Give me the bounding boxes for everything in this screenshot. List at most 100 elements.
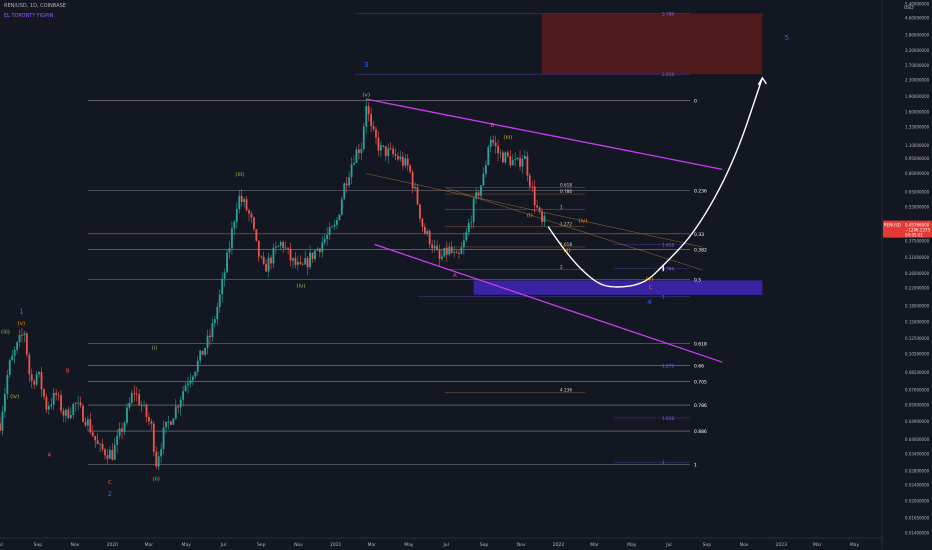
candle-body	[157, 456, 160, 467]
candle-body	[174, 406, 177, 419]
extension-level-label: 1	[662, 295, 665, 300]
wave-label: B	[491, 123, 495, 129]
candle-body	[526, 156, 529, 176]
candle-body	[211, 323, 214, 338]
price-tick-label: 0.31000000	[905, 255, 930, 260]
candle-body	[397, 155, 399, 160]
fib-level-label: 0.236	[694, 188, 707, 194]
candle-body	[0, 423, 1, 431]
extension-level-label: 2.618	[662, 72, 674, 77]
candle-body	[152, 423, 155, 452]
candle-body	[416, 187, 419, 205]
candle-body	[389, 148, 392, 150]
candle-body	[213, 319, 216, 324]
candle-body	[384, 146, 387, 157]
candle-body	[209, 335, 211, 338]
candle-body	[340, 199, 343, 215]
price-axis[interactable]: USD5.400000004.600000003.800000003.20000…	[881, 0, 932, 550]
candle-body	[260, 256, 263, 258]
candle-body	[38, 371, 40, 375]
candle-body	[480, 185, 482, 196]
candle-body	[221, 278, 224, 295]
fib-level-label: 0.786	[694, 403, 707, 409]
time-tick-label: 2022	[553, 542, 565, 548]
candle-body	[6, 374, 9, 394]
target-zone-box	[542, 13, 763, 75]
candle-body	[462, 240, 465, 248]
candle-body	[284, 247, 287, 249]
candle-body	[148, 417, 150, 422]
candle-body	[326, 234, 329, 240]
candle-body	[101, 443, 104, 450]
candle-body	[16, 342, 18, 350]
candle-body	[487, 146, 490, 166]
candle-body	[294, 258, 297, 265]
time-tick-label: Sep	[703, 542, 712, 548]
wave-label: (v)	[646, 276, 654, 282]
candle-body	[299, 262, 302, 264]
time-tick-label: Nov	[294, 542, 303, 548]
candle-body	[250, 213, 253, 218]
price-tick-label: 1.60000000	[905, 110, 930, 115]
fib-level-label: 0.886	[694, 429, 707, 435]
candle-body	[528, 175, 531, 187]
wave-label: (v)	[18, 321, 26, 327]
candle-body	[231, 228, 233, 249]
candle-body	[460, 247, 463, 254]
candle-body	[270, 257, 272, 264]
candle-body	[455, 251, 458, 253]
candle-body	[91, 432, 94, 437]
candle-body	[13, 349, 16, 356]
price-tick-label: 0.07000000	[905, 387, 930, 392]
candle-body	[343, 183, 346, 200]
candle-body	[482, 173, 485, 186]
candle-body	[409, 165, 412, 173]
candle-body	[477, 192, 480, 196]
candle-body	[60, 395, 62, 411]
candle-body	[353, 162, 355, 165]
candle-body	[358, 149, 360, 154]
candle-body	[375, 129, 377, 138]
price-tick-label: 2.70000000	[905, 63, 930, 68]
candle-body	[404, 158, 407, 166]
candle-body	[262, 257, 265, 264]
candle-body	[172, 418, 175, 425]
candle-body	[77, 402, 80, 404]
candle-body	[89, 419, 92, 433]
candle-body	[282, 242, 285, 249]
price-tick-label: 0.02400000	[905, 482, 930, 487]
candle-body	[118, 428, 121, 436]
candle-body	[467, 223, 470, 233]
candle-body	[475, 192, 477, 199]
candle-body	[8, 360, 11, 375]
candle-body	[96, 440, 99, 445]
candle-body	[521, 159, 524, 167]
price-tick-label: 0.65000000	[905, 189, 930, 194]
candle-body	[279, 242, 282, 246]
candle-body	[365, 106, 368, 127]
candle-body	[167, 421, 170, 423]
price-tick-label: 5.40000000	[905, 2, 930, 7]
candle-body	[23, 333, 26, 336]
candle-body	[226, 252, 228, 273]
candle-body	[43, 389, 45, 397]
candle-body	[348, 177, 351, 186]
candle-body	[536, 205, 539, 208]
price-tick-label: 0.18000000	[905, 304, 930, 309]
time-tick-label: Jul	[220, 542, 226, 548]
price-tick-label: 0.01400000	[905, 530, 930, 535]
candle-body	[257, 240, 260, 257]
candle-body	[184, 385, 187, 392]
candle-body	[199, 350, 202, 361]
candle-body	[426, 230, 429, 234]
time-tick-label: Mar	[590, 542, 599, 548]
candle-body	[306, 258, 309, 268]
candle-body	[240, 195, 243, 202]
wave-label: 1	[19, 308, 23, 316]
candle-body	[443, 247, 446, 257]
price-chart[interactable]: 0 0.236 0.33 0.382 0.5 0.618 0.66 0.705 0.786 0.8…	[0, 0, 932, 550]
candle-body	[235, 209, 238, 222]
price-tick-label: 0.01650000	[905, 516, 930, 521]
candle-body	[379, 145, 382, 151]
fib-extension-label: 1.272	[560, 222, 572, 227]
